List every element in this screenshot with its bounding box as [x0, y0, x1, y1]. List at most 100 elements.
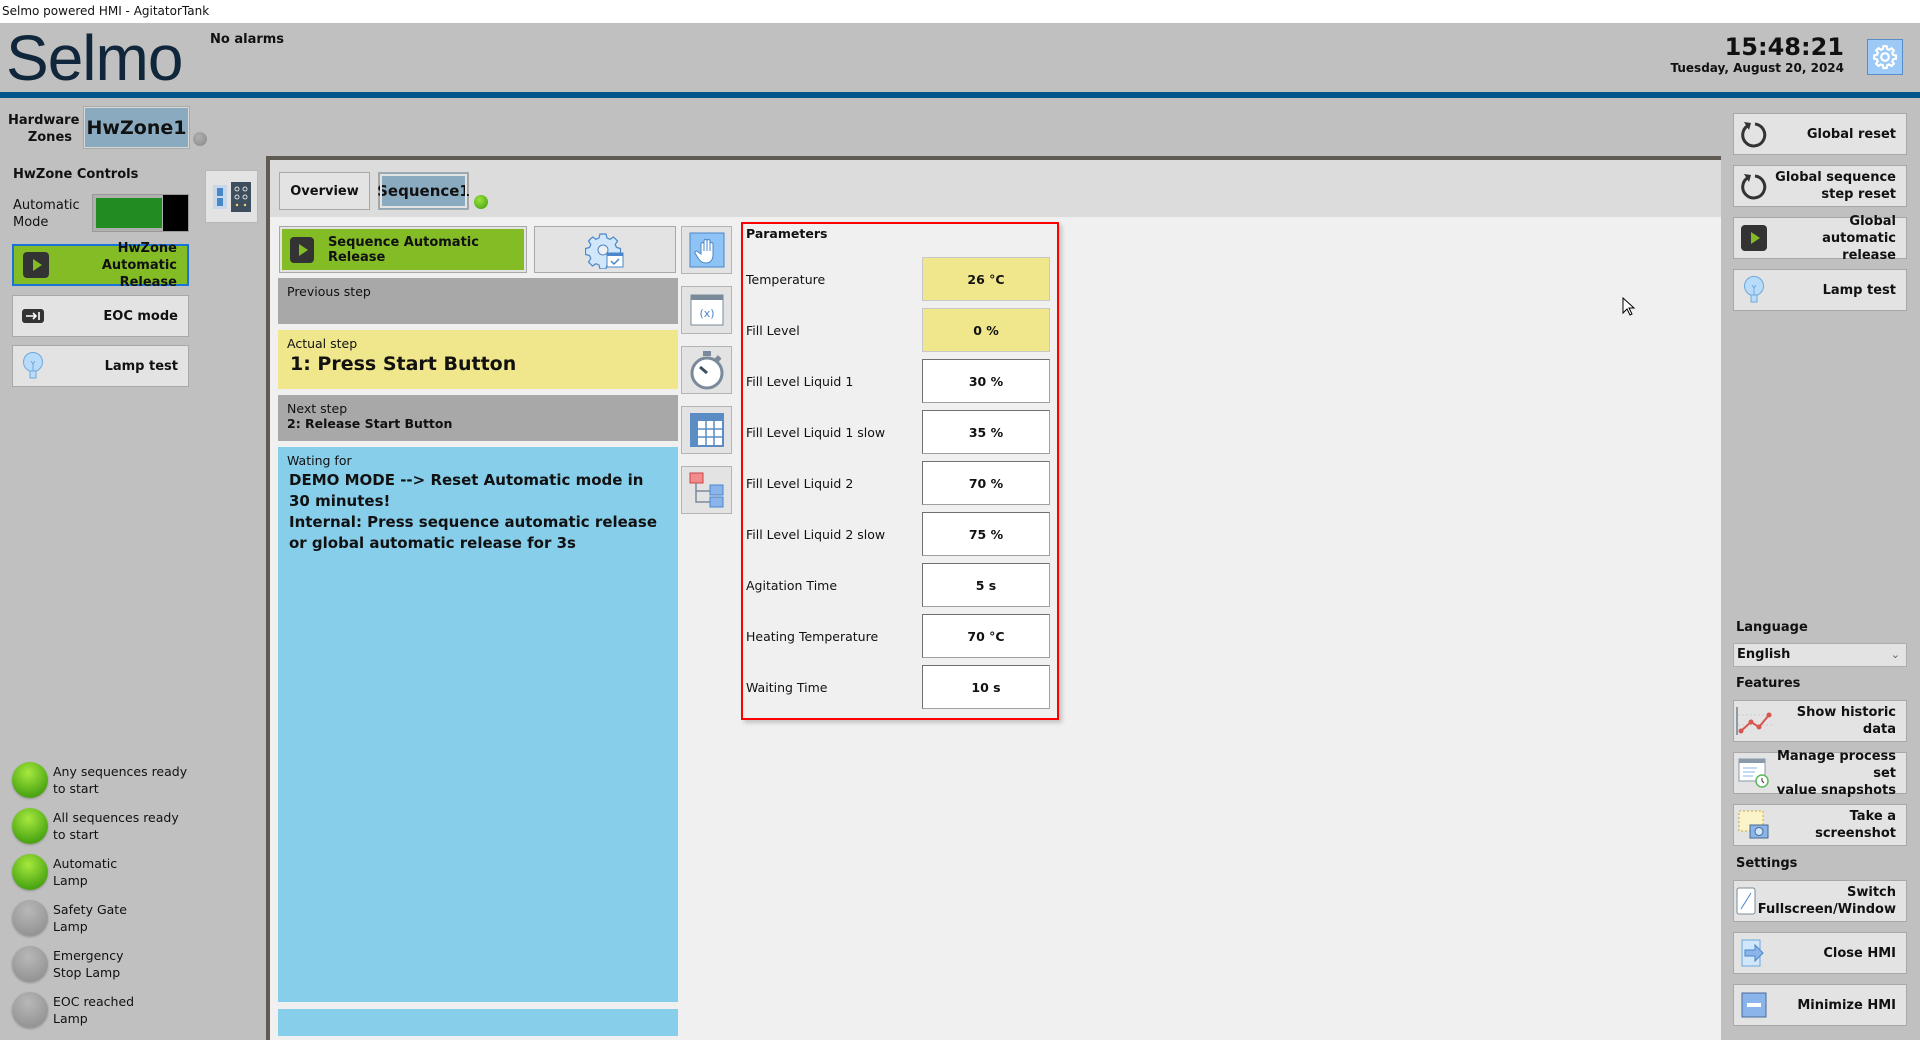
param-label: Fill Level Liquid 1 slow: [746, 424, 886, 440]
lamp-label-line1: Emergency: [53, 948, 124, 963]
lamp-label: All sequences ready to start: [53, 809, 179, 843]
language-select[interactable]: English ⌄: [1733, 643, 1907, 667]
param-row-fill-level: Fill Level 0 %: [746, 308, 1051, 352]
label-line1: Global automatic: [1822, 213, 1896, 246]
seq-release-label: Sequence Automatic Release: [327, 234, 479, 265]
eoc-mode-button[interactable]: EOC mode: [12, 295, 189, 337]
global-automatic-release-button[interactable]: Global automatic release: [1733, 214, 1907, 263]
param-row-temperature: Temperature 26 °C: [746, 257, 1051, 301]
lamp-test-button-right[interactable]: Lamp test: [1733, 269, 1907, 311]
light-bulb-icon: [1744, 276, 1764, 303]
global-reset-button[interactable]: Global reset: [1733, 113, 1907, 155]
param-input[interactable]: 5 s: [922, 563, 1050, 607]
status-lamp-any-ready: Any sequences ready to start: [12, 762, 187, 798]
manage-snapshots-button[interactable]: Manage process set value snapshots: [1733, 749, 1907, 798]
snapshot-list-icon: [1738, 758, 1769, 788]
param-label: Fill Level: [746, 322, 800, 338]
status-lamp-all-ready: All sequences ready to start: [12, 808, 179, 844]
tab-sequence1[interactable]: Sequence1: [377, 172, 470, 210]
manual-mode-button[interactable]: [681, 226, 732, 274]
actual-step-value: 1: Press Start Button: [290, 353, 517, 375]
clock-time: 15:48:21: [1724, 33, 1844, 61]
previous-step-label: Previous step: [287, 284, 371, 299]
exit-arrow-icon: [1741, 939, 1764, 967]
gear-icon: [1873, 45, 1898, 70]
lamp-label: Emergency Stop Lamp: [53, 947, 124, 981]
show-historic-label: Show historic data: [1796, 705, 1896, 737]
hwzone-io-button[interactable]: [205, 170, 258, 223]
param-input[interactable]: 35 %: [922, 410, 1050, 454]
param-row-fill-level-liquid-2-slow: Fill Level Liquid 2 slow 75 %: [746, 512, 1051, 556]
alarm-status[interactable]: No alarms: [210, 32, 284, 47]
lamp-label-line2: Lamp: [53, 919, 88, 934]
waiting-for-label: Wating for: [287, 453, 352, 468]
lamp-indicator: [12, 900, 48, 936]
param-input[interactable]: 10 s: [922, 665, 1050, 709]
waiting-for-line2: Internal: Press sequence automatic relea…: [289, 513, 658, 552]
sequence-settings-button[interactable]: [534, 226, 676, 273]
automatic-mode-toggle[interactable]: [92, 194, 189, 232]
selmo-logo: Selmo: [6, 22, 183, 94]
hwzone-controls-title: HwZone Controls: [13, 167, 139, 182]
label-line2: step reset: [1821, 187, 1896, 202]
global-sequence-step-reset-button[interactable]: Global sequence step reset: [1733, 165, 1907, 207]
play-icon: [290, 236, 314, 263]
features-label: Features: [1736, 676, 1801, 691]
camera-icon: [1738, 810, 1769, 839]
label-line2: release: [1842, 247, 1896, 263]
label-line1: Global sequence: [1775, 170, 1896, 185]
header: Selmo No alarms 15:48:21 Tuesday, August…: [0, 22, 1920, 94]
hwzone-automatic-release-button[interactable]: HwZone Automatic Release: [12, 241, 189, 290]
label-line2: value snapshots: [1776, 782, 1896, 798]
label-line1: Manage process set: [1776, 748, 1896, 781]
minimize-hmi-button[interactable]: Minimize HMI: [1733, 984, 1907, 1026]
clock-date: Tuesday, August 20, 2024: [1670, 61, 1845, 75]
sequence-automatic-release-button[interactable]: Sequence Automatic Release: [279, 226, 527, 273]
window-titlebar: Selmo powered HMI - AgitatorTank: [0, 0, 1920, 23]
svg-text:(x): (x): [699, 307, 714, 320]
take-screenshot-label: Take a screenshot: [1815, 809, 1896, 841]
eoc-icon: [22, 309, 44, 323]
param-label: Fill Level Liquid 1: [746, 373, 854, 389]
settings-button[interactable]: [1867, 39, 1903, 75]
mouse-cursor-icon: [1622, 297, 1636, 316]
timers-button[interactable]: [681, 346, 732, 394]
param-value: 26 °C: [922, 257, 1050, 301]
param-input[interactable]: 30 %: [922, 359, 1050, 403]
close-hmi-button[interactable]: Close HMI: [1733, 932, 1907, 974]
clock: 15:48:21 Tuesday, August 20, 2024: [1671, 33, 1845, 75]
lamp-label-line1: All sequences ready: [53, 810, 179, 825]
hardware-zones-label-line2: Zones: [27, 130, 72, 145]
parameters-panel: Parameters Temperature 26 °C Fill Level 0 …: [741, 222, 1059, 720]
lamp-indicator: [12, 992, 48, 1028]
param-input[interactable]: 70 °C: [922, 614, 1050, 658]
sequence-tree-button[interactable]: [681, 466, 732, 514]
param-row-fill-level-liquid-1-slow: Fill Level Liquid 1 slow 35 %: [746, 410, 1051, 454]
lamp-test-button-left[interactable]: Lamp test: [12, 345, 189, 387]
waiting-footer-bar: [278, 1009, 678, 1036]
take-screenshot-button[interactable]: Take a screenshot: [1733, 804, 1907, 846]
lamp-label-line2: to start: [53, 781, 99, 796]
status-lamp-automatic: Automatic Lamp: [12, 854, 117, 890]
param-input[interactable]: 75 %: [922, 512, 1050, 556]
status-lamp-eoc-reached: EOC reached Lamp: [12, 992, 134, 1028]
status-lamp-safety-gate: Safety Gate Lamp: [12, 900, 127, 936]
show-historic-data-button[interactable]: Show historic data: [1733, 700, 1907, 742]
param-row-heating-temperature: Heating Temperature 70 °C: [746, 614, 1051, 658]
lamp-label-line2: Lamp: [53, 873, 88, 888]
lamp-label-line2: to start: [53, 827, 99, 842]
data-table-button[interactable]: [681, 406, 732, 454]
variables-button[interactable]: (x): [681, 286, 732, 334]
table-icon: [689, 413, 724, 447]
hwzone-release-line1: HwZone: [117, 240, 177, 256]
lamp-label-line2: Lamp: [53, 1011, 88, 1026]
next-step-value: 2: Release Start Button: [287, 416, 453, 431]
param-label: Waiting Time: [746, 679, 828, 695]
tab-overview[interactable]: Overview: [279, 172, 370, 210]
hwzone-tab[interactable]: HwZone1: [83, 106, 190, 149]
lamp-test-label: Lamp test: [1822, 282, 1896, 298]
param-input[interactable]: 70 %: [922, 461, 1050, 505]
previous-step-box: Previous step: [278, 278, 678, 324]
lamp-label-line1: EOC reached: [53, 994, 135, 1009]
switch-fullscreen-button[interactable]: Switch Fullscreen/Window: [1733, 880, 1907, 922]
